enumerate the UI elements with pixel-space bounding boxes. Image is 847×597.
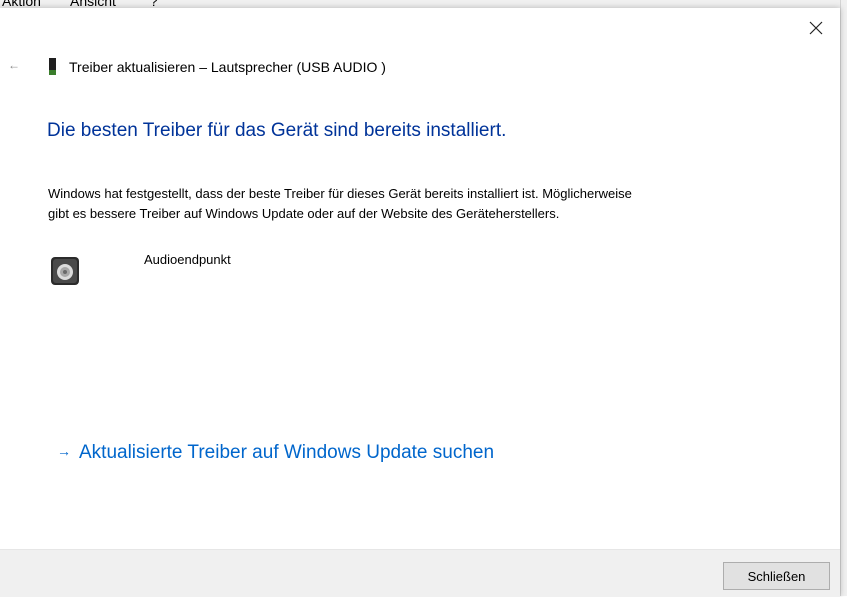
arrow-right-icon: → xyxy=(57,443,71,459)
status-heading: Die besten Treiber für das Gerät sind be… xyxy=(47,120,507,141)
status-description: Windows hat festgestellt, dass der beste… xyxy=(48,184,748,224)
description-line-2: gibt es bessere Treiber auf Windows Upda… xyxy=(48,206,560,221)
device-name: Audioendpunkt xyxy=(144,252,231,267)
background-window-edge xyxy=(840,0,847,596)
usb-device-icon xyxy=(49,58,56,75)
dialog-footer: Schließen xyxy=(0,549,840,597)
close-icon xyxy=(809,21,823,35)
update-driver-dialog: ← Treiber aktualisieren – Lautsprecher (… xyxy=(0,8,840,597)
windows-update-search-link[interactable]: → Aktualisierte Treiber auf Windows Updat… xyxy=(57,442,494,464)
close-dialog-button[interactable]: Schließen xyxy=(723,562,830,590)
description-line-1: Windows hat festgestellt, dass der beste… xyxy=(48,186,632,201)
speaker-icon xyxy=(51,257,79,285)
back-arrow-icon: ← xyxy=(8,58,20,72)
close-button[interactable] xyxy=(796,10,836,46)
update-link-label: Aktualisierte Treiber auf Windows Update… xyxy=(79,442,495,463)
back-button[interactable]: ← xyxy=(4,56,24,74)
dialog-title: Treiber aktualisieren – Lautsprecher (US… xyxy=(69,59,386,75)
dialog-title-row: Treiber aktualisieren – Lautsprecher (US… xyxy=(48,58,386,76)
